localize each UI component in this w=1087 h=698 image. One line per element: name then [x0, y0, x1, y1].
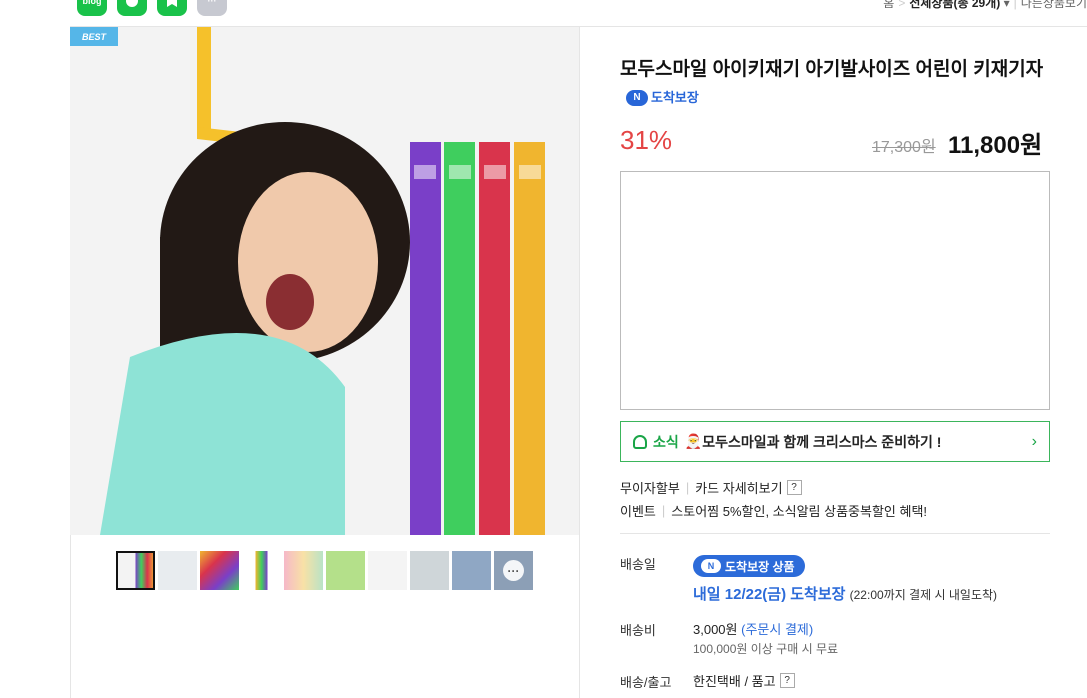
arrival-date: 내일 12/22(금) 도착보장 (22:00까지 결제 시 내일도착) [693, 583, 997, 604]
blog-share-button[interactable]: blog [77, 0, 107, 16]
thumbnail-1[interactable] [116, 551, 155, 590]
shipping-fee: 3,000원 (주문시 결제) [693, 619, 813, 638]
arrival-note: (22:00까지 결제 시 내일도착) [849, 588, 998, 602]
shipping-fee-label: 배송비 [620, 623, 656, 638]
left-edge-divider [70, 535, 71, 698]
thumbnail-2[interactable] [158, 551, 197, 590]
news-label: 소식 [653, 433, 679, 450]
arrival-guarantee-label: 도착보장 [651, 90, 699, 105]
event-text: 스토어찜 5%할인, 소식알림 상품중복할인 혜택! [671, 504, 928, 519]
thumbnail-7[interactable] [368, 551, 407, 590]
arrival-guarantee-badge: N 도착보장 [626, 84, 699, 112]
installment-row: 무이자할부 | 카드 자세히보기 ? [620, 478, 802, 497]
blog-icon: blog [82, 0, 102, 6]
naver-n-icon: N [701, 559, 721, 573]
shipping-fee-note: (주문시 결제) [741, 622, 814, 637]
bell-icon [633, 434, 647, 449]
more-images-icon: ··· [503, 560, 524, 581]
talk-icon [126, 0, 138, 7]
more-icon: ··· [207, 0, 217, 6]
other-products-link[interactable]: 다른상품보기 [1021, 0, 1087, 10]
thumbnail-8[interactable] [410, 551, 449, 590]
more-share-button[interactable]: ··· [197, 0, 227, 16]
best-badge: BEST [70, 27, 118, 46]
product-title: 모두스마일 아이키재기 아기발사이즈 어린이 키재기자 N 도착보장 [620, 56, 1050, 112]
thumbnail-strip: ··· [116, 551, 533, 590]
option-panel [620, 171, 1050, 410]
shipping-carrier-label: 배송/출고 [620, 675, 672, 690]
thumbnail-4[interactable] [242, 551, 281, 590]
santa-icon: 🎅 [684, 433, 703, 449]
event-label: 이벤트 [620, 504, 656, 519]
shipping-fee-value: 3,000원 [693, 622, 738, 637]
sale-price: 11,800원 [948, 132, 1043, 159]
help-icon[interactable]: ? [786, 480, 802, 495]
breadcrumb-category[interactable]: 전체상품(총 29개) [909, 0, 1000, 10]
news-banner[interactable]: 소식 🎅 모두스마일과 함께 크리스마스 준비하기 ! › [620, 421, 1050, 462]
thumbnail-9[interactable] [452, 551, 491, 590]
talk-share-button[interactable] [117, 0, 147, 16]
product-title-text: 모두스마일 아이키재기 아기발사이즈 어린이 키재기자 [620, 59, 1044, 80]
card-detail-link[interactable]: 카드 자세히보기 [695, 478, 782, 497]
help-icon[interactable]: ? [779, 673, 795, 688]
shipping-carrier-value: 한진택배 / 품고 [693, 674, 776, 689]
arrival-pill-label: 도착보장 상품 [725, 559, 795, 574]
discount-rate: 31% [620, 125, 673, 155]
installment-label: 무이자할부 [620, 481, 680, 496]
main-product-image[interactable]: BEST [70, 27, 579, 535]
breadcrumb-home[interactable]: 홈 [883, 0, 894, 10]
news-text: 모두스마일과 함께 크리스마스 준비하기 ! [702, 433, 942, 450]
arrival-guarantee-pill: N 도착보장 상품 [693, 555, 805, 577]
event-row: 이벤트 | 스토어찜 5%할인, 소식알림 상품중복할인 혜택! [620, 503, 928, 519]
thumbnail-5[interactable] [284, 551, 323, 590]
arrival-date-text: 내일 12/22(금) 도착보장 [693, 586, 846, 603]
naver-n-icon: N [626, 90, 648, 106]
thumbnail-6[interactable] [326, 551, 365, 590]
original-price: 17,300원 [872, 139, 936, 156]
shipping-carrier: 한진택배 / 품고? [693, 671, 795, 690]
thumbnail-3[interactable] [200, 551, 239, 590]
chevron-down-icon[interactable]: ▾ [1000, 0, 1010, 10]
section-divider [620, 533, 1050, 534]
thumbnail-10[interactable]: ··· [494, 551, 533, 590]
bookmark-icon [167, 0, 177, 7]
chevron-right-icon: › [1031, 432, 1037, 450]
product-photo [70, 27, 579, 535]
free-shipping-note: 100,000원 이상 구매 시 무료 [693, 642, 839, 656]
column-divider [579, 27, 580, 698]
bookmark-share-button[interactable] [157, 0, 187, 16]
delivery-date-label: 배송일 [620, 557, 656, 572]
breadcrumb: 홈 > 전체상품(총 29개) ▾ | 다른상품보기 [883, 0, 1087, 11]
